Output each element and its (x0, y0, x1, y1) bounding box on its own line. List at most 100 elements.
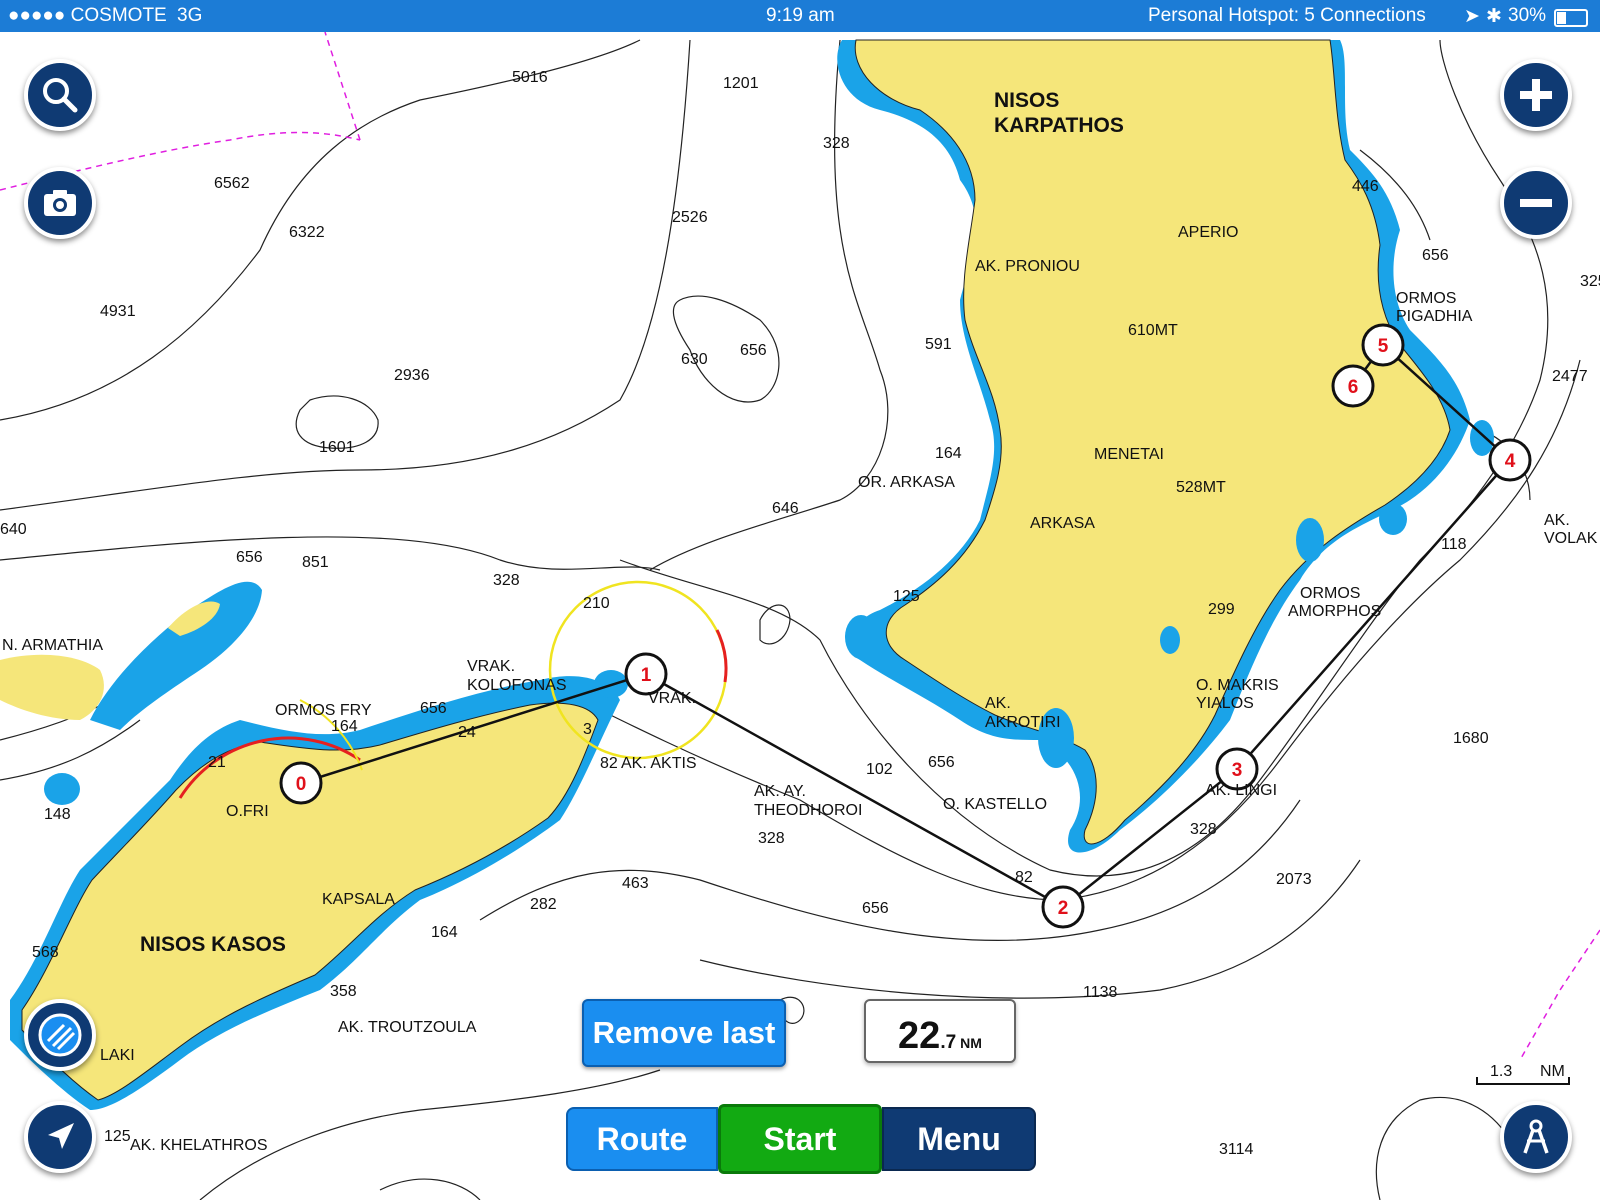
svg-text:3114: 3114 (1219, 1141, 1254, 1158)
svg-text:656: 656 (420, 700, 447, 717)
svg-text:463: 463 (622, 875, 649, 892)
svg-text:851: 851 (302, 554, 329, 571)
island-label-karpathos-2: KARPATHOS (994, 114, 1124, 137)
distance-unit: NM (960, 1035, 982, 1051)
svg-text:LAKI: LAKI (100, 1047, 135, 1064)
svg-text:O. MAKRIS: O. MAKRIS (1196, 677, 1279, 694)
zoom-out-button[interactable] (1500, 167, 1572, 239)
svg-text:656: 656 (236, 549, 263, 566)
layers-icon (38, 1013, 82, 1057)
compass-icon (1523, 1119, 1549, 1154)
armathia-shallows (90, 581, 262, 730)
svg-text:646: 646 (772, 500, 799, 517)
svg-text:118: 118 (1441, 536, 1467, 553)
search-button[interactable] (24, 59, 96, 131)
svg-text:656: 656 (1422, 247, 1449, 264)
battery-icon (1554, 9, 1588, 27)
svg-text:1680: 1680 (1453, 730, 1489, 747)
svg-text:PIGADHIA: PIGADHIA (1396, 308, 1473, 325)
svg-text:AK. AY.: AK. AY. (754, 783, 806, 800)
layers-button[interactable] (24, 999, 96, 1071)
camera-button[interactable] (24, 167, 96, 239)
svg-text:446: 446 (1352, 178, 1379, 195)
svg-text:THEODHOROI: THEODHOROI (754, 802, 862, 819)
svg-text:125: 125 (893, 588, 920, 605)
svg-text:0: 0 (296, 774, 307, 795)
svg-text:ORMOS FRY: ORMOS FRY (275, 702, 372, 719)
island-label-kasos: NISOS KASOS (140, 933, 286, 956)
svg-text:AKROTIRI: AKROTIRI (985, 714, 1061, 731)
route-button[interactable]: Route (566, 1107, 718, 1171)
battery-label: 30% (1508, 5, 1547, 26)
svg-text:630: 630 (681, 351, 708, 368)
svg-text:210: 210 (583, 595, 610, 612)
distance-integer: 22 (898, 1015, 941, 1057)
svg-text:528MT: 528MT (1176, 479, 1226, 496)
svg-text:1201: 1201 (723, 75, 759, 92)
nautical-chart[interactable]: 0 1 2 3 4 5 6 NISOS KARPATHOS NISOS KASO… (0, 32, 1600, 1200)
svg-text:328: 328 (1190, 821, 1217, 838)
svg-text:YIALOS: YIALOS (1196, 695, 1254, 712)
svg-text:AK.: AK. (1544, 512, 1570, 529)
svg-text:282: 282 (530, 896, 557, 913)
waypoint-0[interactable]: 0 (279, 761, 323, 805)
svg-text:6322: 6322 (289, 224, 325, 241)
svg-text:AK. TROUTZOULA: AK. TROUTZOULA (338, 1019, 477, 1036)
island-label-karpathos-1: NISOS (994, 89, 1059, 112)
waypoint-5[interactable]: 5 (1361, 323, 1405, 367)
route-distance: 22 .7 NM (864, 999, 1016, 1063)
location-services-icon: ➤ (1464, 6, 1480, 27)
svg-text:MENETAI: MENETAI (1094, 446, 1164, 463)
svg-text:6: 6 (1348, 377, 1359, 398)
hotspot-label: Personal Hotspot: 5 Connections (1148, 5, 1426, 26)
bluetooth-icon: ✱ (1486, 6, 1502, 27)
svg-text:610MT: 610MT (1128, 322, 1178, 339)
minus-icon (1520, 199, 1552, 207)
locate-button[interactable] (24, 1101, 96, 1173)
svg-text:82: 82 (600, 755, 618, 772)
waypoint-4[interactable]: 4 (1488, 438, 1532, 482)
svg-text:5016: 5016 (512, 69, 548, 86)
svg-text:24: 24 (458, 724, 476, 741)
menu-button[interactable]: Menu (882, 1107, 1036, 1171)
svg-text:656: 656 (740, 342, 767, 359)
compass-button[interactable] (1500, 1101, 1572, 1173)
svg-text:VRAK.: VRAK. (648, 690, 696, 707)
svg-text:AK.: AK. (985, 695, 1011, 712)
search-icon (43, 78, 78, 113)
svg-text:ORMOS: ORMOS (1300, 585, 1360, 602)
svg-text:4: 4 (1505, 451, 1516, 472)
svg-text:1: 1 (641, 665, 652, 686)
svg-text:1138: 1138 (1083, 984, 1118, 1001)
zoom-in-button[interactable] (1500, 59, 1572, 131)
svg-text:299: 299 (1208, 601, 1235, 618)
svg-text:656: 656 (928, 754, 955, 771)
waypoint-2[interactable]: 2 (1041, 885, 1085, 929)
svg-text:1601: 1601 (319, 439, 355, 456)
start-button[interactable]: Start (718, 1104, 882, 1174)
svg-text:O. KASTELLO: O. KASTELLO (943, 796, 1047, 813)
svg-text:AK. KHELATHROS: AK. KHELATHROS (130, 1137, 268, 1154)
remove-last-button[interactable]: Remove last (582, 999, 786, 1067)
svg-text:AK. LINGI: AK. LINGI (1205, 782, 1277, 799)
clock: 9:19 am (766, 5, 835, 26)
svg-text:164: 164 (331, 718, 358, 735)
svg-text:328: 328 (493, 572, 520, 589)
svg-text:568: 568 (32, 944, 59, 961)
svg-text:5: 5 (1378, 336, 1389, 357)
svg-text:OR. ARKASA: OR. ARKASA (858, 474, 955, 491)
svg-text:102: 102 (866, 761, 893, 778)
bottom-toolbar: Route Start Menu (566, 1104, 1036, 1174)
scale-unit: NM (1540, 1063, 1565, 1080)
svg-text:325: 325 (1580, 273, 1600, 290)
svg-text:4931: 4931 (100, 303, 136, 320)
svg-text:358: 358 (330, 983, 357, 1000)
waypoint-1[interactable]: 1 (624, 652, 668, 696)
svg-text:ORMOS: ORMOS (1396, 290, 1456, 307)
svg-text:125: 125 (104, 1128, 131, 1145)
svg-text:O.FRI: O.FRI (226, 803, 269, 820)
svg-text:APERIO: APERIO (1178, 224, 1238, 241)
waypoint-6[interactable]: 6 (1331, 364, 1375, 408)
light-sector-red-1 (715, 629, 728, 683)
svg-text:2073: 2073 (1276, 871, 1312, 888)
